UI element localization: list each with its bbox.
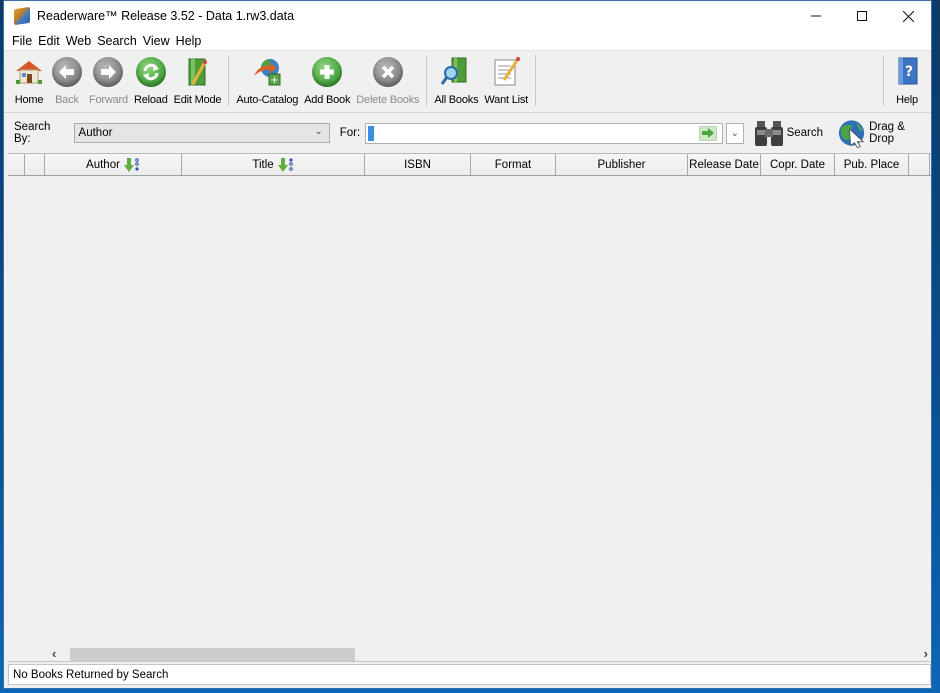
search-button[interactable]: Search bbox=[754, 118, 823, 148]
reload-button[interactable]: Reload bbox=[131, 51, 171, 112]
maximize-button[interactable] bbox=[839, 1, 885, 31]
edit-mode-button[interactable]: Edit Mode bbox=[171, 51, 225, 112]
help-book-icon: ? bbox=[891, 56, 923, 88]
scrollbar-thumb[interactable] bbox=[70, 648, 355, 661]
maximize-icon bbox=[857, 11, 867, 21]
want-list-button[interactable]: Want List bbox=[481, 51, 531, 112]
svg-text:+: + bbox=[271, 75, 279, 86]
minimize-icon bbox=[811, 15, 821, 17]
column-header-publisher[interactable]: Publisher bbox=[556, 154, 688, 175]
column-header-author-label: Author bbox=[86, 158, 120, 171]
reload-label: Reload bbox=[133, 94, 168, 106]
sort-descending-icon bbox=[123, 157, 140, 172]
toolbar: Home Back Forward Reload Edit Mode + Aut… bbox=[4, 51, 931, 113]
search-by-label: Search By: bbox=[14, 121, 51, 145]
menu-edit[interactable]: Edit bbox=[35, 34, 63, 48]
text-cursor bbox=[368, 125, 375, 141]
back-label: Back bbox=[55, 94, 79, 106]
binoculars-icon bbox=[754, 121, 783, 146]
status-bar: No Books Returned by Search bbox=[8, 664, 931, 685]
window-controls bbox=[793, 1, 931, 31]
all-books-label: All Books bbox=[434, 94, 479, 106]
forward-button[interactable]: Forward bbox=[86, 51, 131, 112]
column-header-copr-date[interactable]: Copr. Date bbox=[761, 154, 835, 175]
minimize-button[interactable] bbox=[793, 1, 839, 31]
column-header-title-label: Title bbox=[252, 158, 274, 171]
home-label: Home bbox=[14, 94, 44, 106]
search-button-label: Search bbox=[786, 127, 824, 139]
back-button[interactable]: Back bbox=[48, 51, 86, 112]
menu-view[interactable]: View bbox=[140, 34, 173, 48]
book-list-table[interactable] bbox=[8, 177, 931, 660]
globe-cursor-icon bbox=[838, 120, 865, 148]
auto-catalog-icon: + bbox=[251, 56, 283, 88]
search-for-input[interactable] bbox=[365, 122, 724, 144]
for-label: For: bbox=[339, 127, 361, 139]
search-by-value: Author bbox=[78, 127, 113, 139]
toolbar-separator bbox=[535, 55, 537, 106]
window-title: Readerware™ Release 3.52 - Data 1.rw3.da… bbox=[37, 9, 295, 23]
svg-text:?: ? bbox=[905, 64, 913, 80]
add-book-label: Add Book bbox=[304, 94, 351, 106]
column-header-author[interactable]: Author bbox=[45, 154, 182, 175]
drag-drop-button[interactable]: Drag & Drop bbox=[837, 118, 931, 148]
delete-books-label: Delete Books bbox=[356, 94, 420, 106]
menu-help[interactable]: Help bbox=[173, 34, 205, 48]
column-header-status[interactable] bbox=[25, 154, 45, 175]
sort-descending-icon bbox=[277, 157, 294, 172]
books-search-icon bbox=[440, 56, 472, 88]
horizontal-scrollbar[interactable]: ‹ › bbox=[8, 645, 931, 662]
go-arrow-icon[interactable] bbox=[699, 125, 718, 141]
notepad-icon bbox=[490, 56, 522, 88]
home-button[interactable]: Home bbox=[10, 51, 48, 112]
edit-mode-label: Edit Mode bbox=[173, 94, 222, 106]
readerware-app-icon bbox=[14, 6, 30, 26]
help-button[interactable]: ? Help bbox=[888, 51, 931, 112]
app-window: Readerware™ Release 3.52 - Data 1.rw3.da… bbox=[3, 0, 932, 689]
toolbar-separator bbox=[426, 55, 428, 106]
status-text: No Books Returned by Search bbox=[13, 668, 169, 681]
scroll-left-icon[interactable]: ‹ bbox=[52, 646, 56, 661]
menu-web[interactable]: Web bbox=[63, 34, 94, 48]
help-label: Help bbox=[896, 94, 918, 106]
search-by-select[interactable]: Author ⌄ bbox=[73, 123, 330, 143]
auto-catalog-label: Auto-Catalog bbox=[236, 94, 299, 106]
x-icon bbox=[372, 56, 404, 88]
edit-book-icon bbox=[181, 56, 213, 88]
arrow-right-icon bbox=[92, 56, 124, 88]
forward-label: Forward bbox=[89, 94, 128, 106]
menu-file[interactable]: File bbox=[9, 34, 35, 48]
plus-icon bbox=[311, 56, 343, 88]
arrow-left-icon bbox=[51, 56, 83, 88]
close-button[interactable] bbox=[885, 1, 931, 31]
all-books-button[interactable]: All Books bbox=[431, 51, 481, 112]
table-header: Author Title ISBN Format Publisher Relea… bbox=[8, 153, 931, 176]
column-header-release-date[interactable]: Release Date bbox=[688, 154, 761, 175]
column-header-isbn[interactable]: ISBN bbox=[365, 154, 471, 175]
chevron-down-icon: ⌄ bbox=[314, 126, 323, 137]
column-header-select[interactable] bbox=[8, 154, 25, 175]
toolbar-separator bbox=[228, 55, 230, 106]
house-icon bbox=[13, 56, 45, 88]
drag-drop-label: Drag & Drop bbox=[869, 121, 905, 145]
search-bar: Search By: Author ⌄ For: ⌄ Search Drag &… bbox=[4, 113, 931, 153]
add-book-button[interactable]: Add Book bbox=[301, 51, 353, 112]
scroll-right-icon[interactable]: › bbox=[924, 646, 928, 661]
menu-search[interactable]: Search bbox=[94, 34, 140, 48]
auto-catalog-button[interactable]: + Auto-Catalog bbox=[233, 51, 301, 112]
title-bar: Readerware™ Release 3.52 - Data 1.rw3.da… bbox=[4, 1, 931, 31]
search-history-dropdown[interactable]: ⌄ bbox=[726, 122, 744, 144]
menu-bar: File Edit Web Search View Help bbox=[4, 31, 931, 51]
column-header-extra[interactable] bbox=[909, 154, 930, 175]
delete-books-button[interactable]: Delete Books bbox=[353, 51, 422, 112]
chevron-down-icon: ⌄ bbox=[730, 127, 740, 139]
column-header-title[interactable]: Title bbox=[182, 154, 365, 175]
reload-icon bbox=[135, 56, 167, 88]
column-header-pub-place[interactable]: Pub. Place bbox=[835, 154, 909, 175]
want-list-label: Want List bbox=[484, 94, 529, 106]
column-header-format[interactable]: Format bbox=[471, 154, 556, 175]
toolbar-separator bbox=[883, 55, 884, 106]
close-icon bbox=[902, 10, 914, 22]
